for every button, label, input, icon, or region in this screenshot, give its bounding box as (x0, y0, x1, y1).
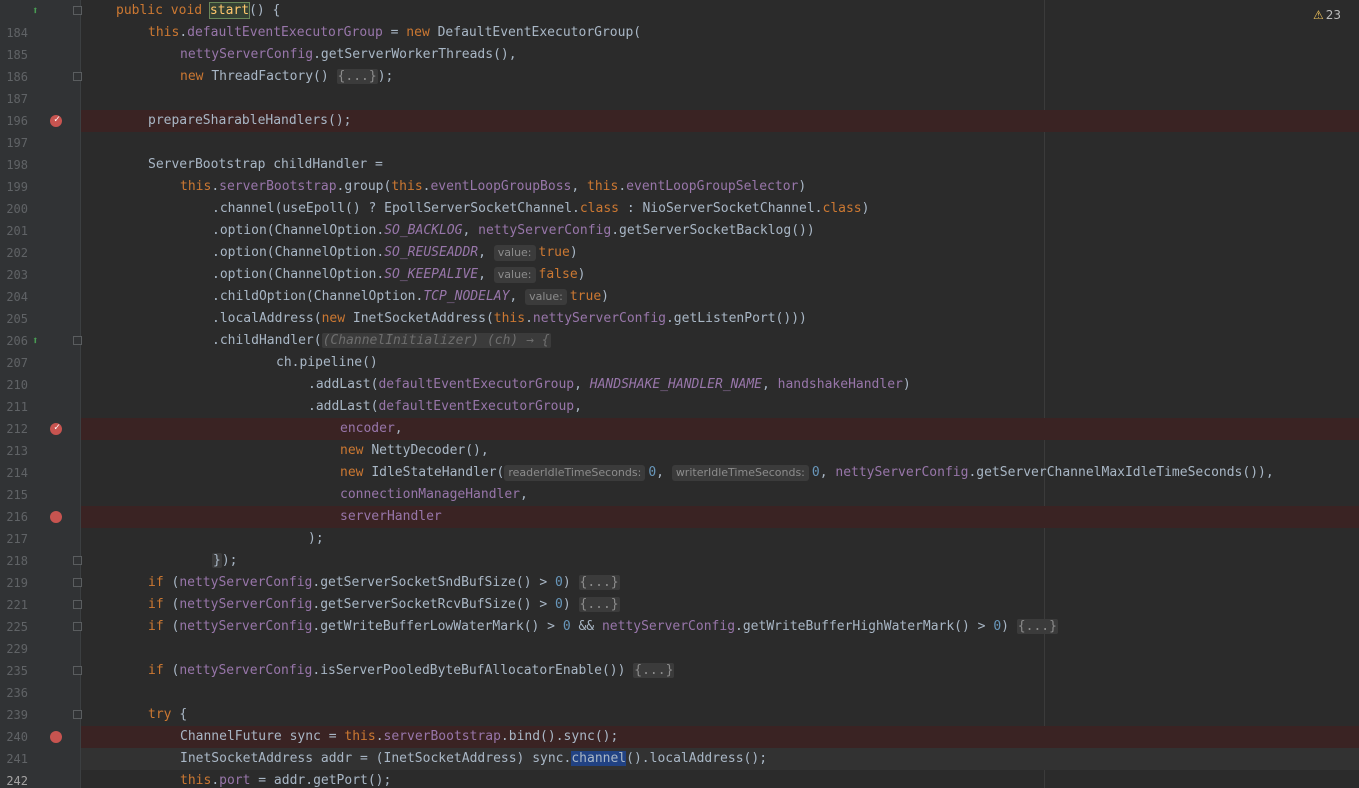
code-line[interactable]: 197 prepareSharableHandlers(); (0, 109, 1359, 150)
code-line[interactable]: 202 .option(ChannelOption.SO_BACKLOG, ne… (0, 220, 1359, 260)
code-line[interactable]: 184 ⬆ public void start() { (0, 0, 1359, 40)
code-line[interactable]: 218 ); (0, 528, 1359, 568)
code-text: .childOption(ChannelOption.TCP_NODELAY, … (212, 289, 609, 305)
code-line[interactable]: 203 .option(ChannelOption.SO_REUSEADDR, … (0, 242, 1359, 282)
breakpoint-icon[interactable] (50, 731, 62, 743)
code-line-current[interactable]: 242 InetSocketAddress addr = (InetSocket… (0, 748, 1359, 788)
code-line[interactable]: 198 (0, 132, 1359, 172)
code-line[interactable]: 200 this.serverBootstrap.group(this.even… (0, 176, 1359, 216)
code-line[interactable]: 213 encoder, (0, 417, 1359, 458)
code-editor[interactable]: ⚠ 23 184 ⬆ public void start() { 185 this… (0, 0, 1359, 788)
code-text: ch.pipeline() (276, 355, 378, 370)
code-line[interactable]: 240 try { (0, 704, 1359, 744)
code-text: ChannelFuture sync = this.serverBootstra… (180, 729, 619, 744)
code-text: this.defaultEventExecutorGroup = new Def… (148, 25, 642, 40)
code-text: if (nettyServerConfig.getServerSocketSnd… (148, 575, 620, 590)
code-line[interactable]: 221 if (nettyServerConfig.getServerSocke… (0, 572, 1359, 612)
code-line[interactable]: 201 .channel(useEpoll() ? EpollServerSoc… (0, 198, 1359, 238)
breakpoint-icon[interactable] (50, 109, 62, 131)
code-line[interactable]: 215 new IdleStateHandler(readerIdleTimeS… (0, 462, 1359, 502)
code-line[interactable]: 186 nettyServerConfig.getServerWorkerThr… (0, 44, 1359, 84)
code-text: InetSocketAddress addr = (InetSocketAddr… (180, 751, 768, 766)
code-line[interactable]: 241 ChannelFuture sync = this.serverBoot… (0, 726, 1359, 766)
code-line[interactable]: 225 if (nettyServerConfig.getServerSocke… (0, 594, 1359, 634)
code-line[interactable]: 207 ⬆ .childHandler((ChannelInitializer)… (0, 330, 1359, 370)
code-line[interactable]: 185 this.defaultEventExecutorGroup = new… (0, 22, 1359, 62)
code-text: serverHandler (340, 509, 442, 524)
code-text: connectionManageHandler, (340, 487, 528, 502)
code-line[interactable]: 212 .addLast(defaultEventExecutorGroup, (0, 396, 1359, 436)
code-line[interactable]: 236 if (nettyServerConfig.isServerPooled… (0, 660, 1359, 700)
breakpoint-icon[interactable] (50, 417, 62, 439)
code-line[interactable]: 199 ServerBootstrap childHandler = (0, 154, 1359, 194)
code-text: if (nettyServerConfig.getServerSocketRcv… (148, 597, 620, 612)
code-text: nettyServerConfig.getServerWorkerThreads… (180, 47, 517, 62)
code-line[interactable]: 206 .localAddress(new InetSocketAddress(… (0, 308, 1359, 348)
code-text: try { (148, 707, 188, 722)
override-marker-icon[interactable]: ⬆ (32, 3, 44, 19)
code-text: prepareSharableHandlers(); (148, 113, 352, 128)
code-line[interactable]: 187 new ThreadFactory() {...}); (0, 66, 1359, 106)
code-text: this.serverBootstrap.group(this.eventLoo… (180, 179, 807, 194)
code-line[interactable]: 211 .addLast(defaultEventExecutorGroup, … (0, 374, 1359, 414)
code-text: .option(ChannelOption.SO_REUSEADDR, valu… (212, 245, 578, 261)
code-text: if (nettyServerConfig.isServerPooledByte… (148, 663, 675, 678)
code-text: this.port = addr.getPort(); (180, 773, 392, 788)
code-line[interactable]: 219 }); (0, 550, 1359, 590)
code-text: .option(ChannelOption.SO_KEEPALIVE, valu… (212, 267, 586, 283)
code-text: encoder, (340, 421, 403, 436)
code-text: .addLast(defaultEventExecutorGroup, HAND… (308, 377, 911, 392)
code-text: ServerBootstrap childHandler = (148, 157, 383, 172)
code-text: public void start() { (116, 2, 281, 19)
code-line[interactable]: 196 (0, 88, 1359, 128)
code-text: .localAddress(new InetSocketAddress(this… (212, 311, 807, 326)
override-marker-icon[interactable]: ⬆ (32, 333, 44, 349)
code-text: .childHandler((ChannelInitializer) (ch) … (212, 333, 551, 348)
code-text: .channel(useEpoll() ? EpollServerSocketC… (212, 201, 870, 216)
code-line[interactable]: 239 (0, 682, 1359, 722)
code-text: new IdleStateHandler(readerIdleTimeSecon… (340, 465, 1274, 481)
code-text: if (nettyServerConfig.getWriteBufferLowW… (148, 619, 1058, 634)
code-line[interactable]: 210 ch.pipeline() (0, 352, 1359, 392)
code-line[interactable]: 243 this.port = addr.getPort(); (0, 770, 1359, 788)
code-line[interactable]: 205 .childOption(ChannelOption.TCP_NODEL… (0, 286, 1359, 326)
code-text: .addLast(defaultEventExecutorGroup, (308, 399, 582, 414)
breakpoint-icon[interactable] (50, 511, 62, 523)
code-line[interactable]: 235 (0, 638, 1359, 678)
code-line[interactable]: 204 .option(ChannelOption.SO_KEEPALIVE, … (0, 264, 1359, 304)
code-line[interactable]: 217 serverHandler (0, 506, 1359, 546)
code-line[interactable]: 214 new NettyDecoder(), (0, 440, 1359, 480)
code-text: ); (308, 531, 324, 546)
code-text: }); (212, 553, 238, 568)
code-text: new ThreadFactory() {...}); (180, 69, 394, 84)
code-text: new NettyDecoder(), (340, 443, 489, 458)
code-line[interactable]: 216 connectionManageHandler, (0, 484, 1359, 524)
code-line[interactable]: 229 if (nettyServerConfig.getWriteBuffer… (0, 616, 1359, 656)
code-text: .option(ChannelOption.SO_BACKLOG, nettyS… (212, 223, 815, 238)
